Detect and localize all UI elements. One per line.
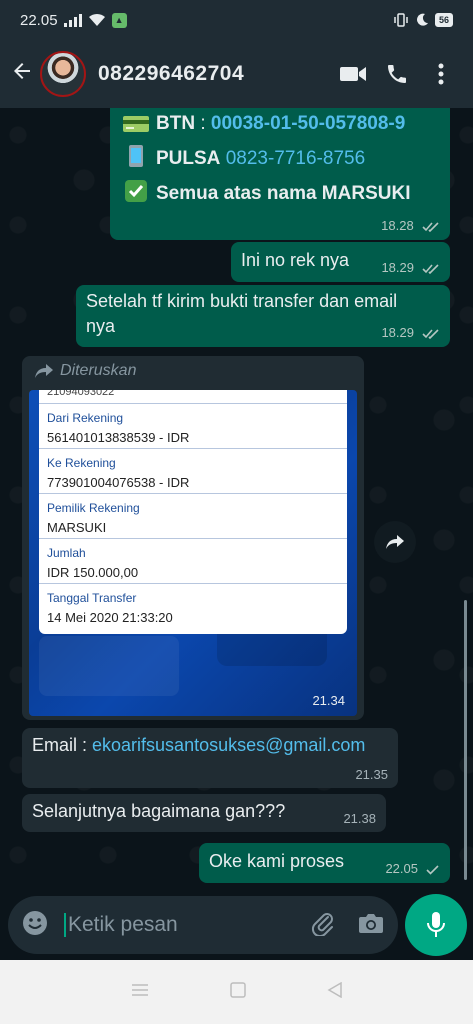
receipt-value: MARSUKI (47, 520, 107, 535)
receipt-value: 14 Mei 2020 21:33:20 (47, 610, 173, 625)
video-call-icon[interactable] (331, 64, 375, 84)
battery-icon: 56 (434, 13, 453, 27)
notification-badge-icon: ▲ (111, 12, 127, 28)
message-time: 21.38 (343, 811, 376, 826)
email-prefix: Email : (32, 735, 93, 755)
btn-separator: : (195, 113, 211, 134)
email-link[interactable]: ekoarifsusantosukses@gmail.com (92, 735, 365, 755)
single-check-icon (426, 862, 440, 878)
back-nav-icon[interactable] (327, 981, 343, 1003)
scrollbar[interactable] (464, 600, 467, 880)
mic-button[interactable] (405, 894, 467, 956)
message-time: 21.35 (355, 767, 388, 782)
credit-card-icon (122, 113, 150, 135)
receipt-row: Dari Rekening 561401013838539 - IDR (39, 404, 347, 449)
pulsa-label: PULSA (156, 148, 221, 169)
message-time: 21.34 (312, 693, 345, 708)
phone-icon[interactable] (375, 62, 419, 86)
receipt-row: Tanggal Transfer 14 Mei 2020 21:33:20 (39, 584, 347, 629)
message-input-box[interactable]: Ketik pesan (8, 896, 398, 954)
message-text: Oke kami proses (209, 851, 345, 871)
status-time: 22.05 (20, 11, 58, 29)
receipt-label: Pemilik Rekening (47, 501, 140, 515)
camera-icon[interactable] (358, 912, 384, 939)
btn-label: BTN (156, 113, 196, 134)
message-text: Selanjutnya bagaimana gan??? (32, 801, 286, 821)
chat-area[interactable]: BTN : 00038-01-50-057808-9 PULSA 0823-77… (0, 108, 473, 888)
receipt-label: Jumlah (47, 546, 86, 560)
message-outgoing[interactable]: Setelah tf kirim bukti transfer dan emai… (76, 285, 450, 347)
forwarded-label: Diteruskan (22, 356, 364, 386)
mic-icon (427, 912, 445, 937)
transfer-receipt-image[interactable]: 21094093022 Dari Rekening 56140101383853… (29, 390, 357, 716)
receipt-label: Tanggal Transfer (47, 591, 137, 605)
forward-icon (386, 535, 404, 549)
message-outgoing[interactable]: Ini no rek nya 18.29 (231, 242, 450, 282)
message-text: Ini no rek nya (241, 250, 350, 270)
receipt-label: Dari Rekening (47, 411, 124, 425)
receipt-top-cut: 21094093022 (39, 390, 347, 404)
forward-button[interactable] (374, 521, 416, 563)
message-incoming[interactable]: Email : ekoarifsusantosukses@gmail.com 2… (22, 728, 398, 788)
chat-header: 082296462704 (0, 40, 473, 108)
forwarded-text: Diteruskan (60, 362, 137, 379)
menu-nav-icon[interactable] (131, 983, 149, 1002)
more-options-icon[interactable] (419, 63, 463, 85)
receipt-label: Ke Rekening (47, 456, 116, 470)
message-input[interactable]: Ketik pesan (64, 913, 310, 937)
message-outgoing[interactable]: Oke kami proses 22.05 (199, 843, 450, 883)
receipt-row: Jumlah IDR 150.000,00 (39, 539, 347, 584)
check-mark-icon (122, 180, 150, 202)
vibrate-icon (394, 13, 408, 27)
message-time: 18.28 (381, 218, 414, 233)
receipt-value: 561401013838539 - IDR (47, 430, 190, 445)
message-text: Setelah tf kirim bukti transfer dan emai… (86, 291, 398, 336)
status-bar: 22.05 ▲ 56 (0, 0, 473, 40)
contact-name[interactable]: 082296462704 (98, 62, 331, 86)
pulsa-number[interactable]: 0823-7716-8756 (226, 148, 365, 169)
receipt-card: 21094093022 Dari Rekening 56140101383853… (39, 390, 347, 634)
home-nav-icon[interactable] (229, 981, 246, 1003)
message-bank-details[interactable]: BTN : 00038-01-50-057808-9 PULSA 0823-77… (110, 108, 450, 240)
double-check-icon (422, 261, 440, 277)
wifi-icon (88, 13, 105, 26)
receipt-row: Pemilik Rekening MARSUKI (39, 494, 347, 539)
double-check-icon (422, 326, 440, 342)
system-nav-bar (0, 960, 473, 1024)
owner-text: Semua atas nama MARSUKI (156, 183, 411, 204)
receipt-row: Ke Rekening 773901004076538 - IDR (39, 449, 347, 494)
forward-icon (35, 364, 53, 378)
moon-icon (416, 13, 428, 26)
double-check-icon (422, 220, 440, 236)
message-incoming[interactable]: Selanjutnya bagaimana gan??? 21.38 (22, 794, 386, 832)
signal-icon (63, 14, 82, 27)
message-time: 22.05 (385, 861, 418, 876)
mobile-phone-icon (122, 145, 150, 167)
composer-bar: Ketik pesan (0, 888, 473, 960)
message-time: 18.29 (381, 260, 414, 275)
attach-icon[interactable] (310, 910, 336, 941)
receipt-value: 773901004076538 - IDR (47, 475, 190, 490)
avatar[interactable] (40, 51, 86, 97)
receipt-value: IDR 150.000,00 (47, 565, 139, 580)
emoji-icon[interactable] (22, 910, 48, 941)
back-arrow-icon[interactable] (10, 59, 36, 90)
btn-account-number[interactable]: 00038-01-50-057808-9 (211, 113, 405, 134)
message-forwarded-image[interactable]: Diteruskan 21094093022 Dari Rekening 561… (22, 356, 364, 720)
message-time: 18.29 (381, 325, 414, 340)
